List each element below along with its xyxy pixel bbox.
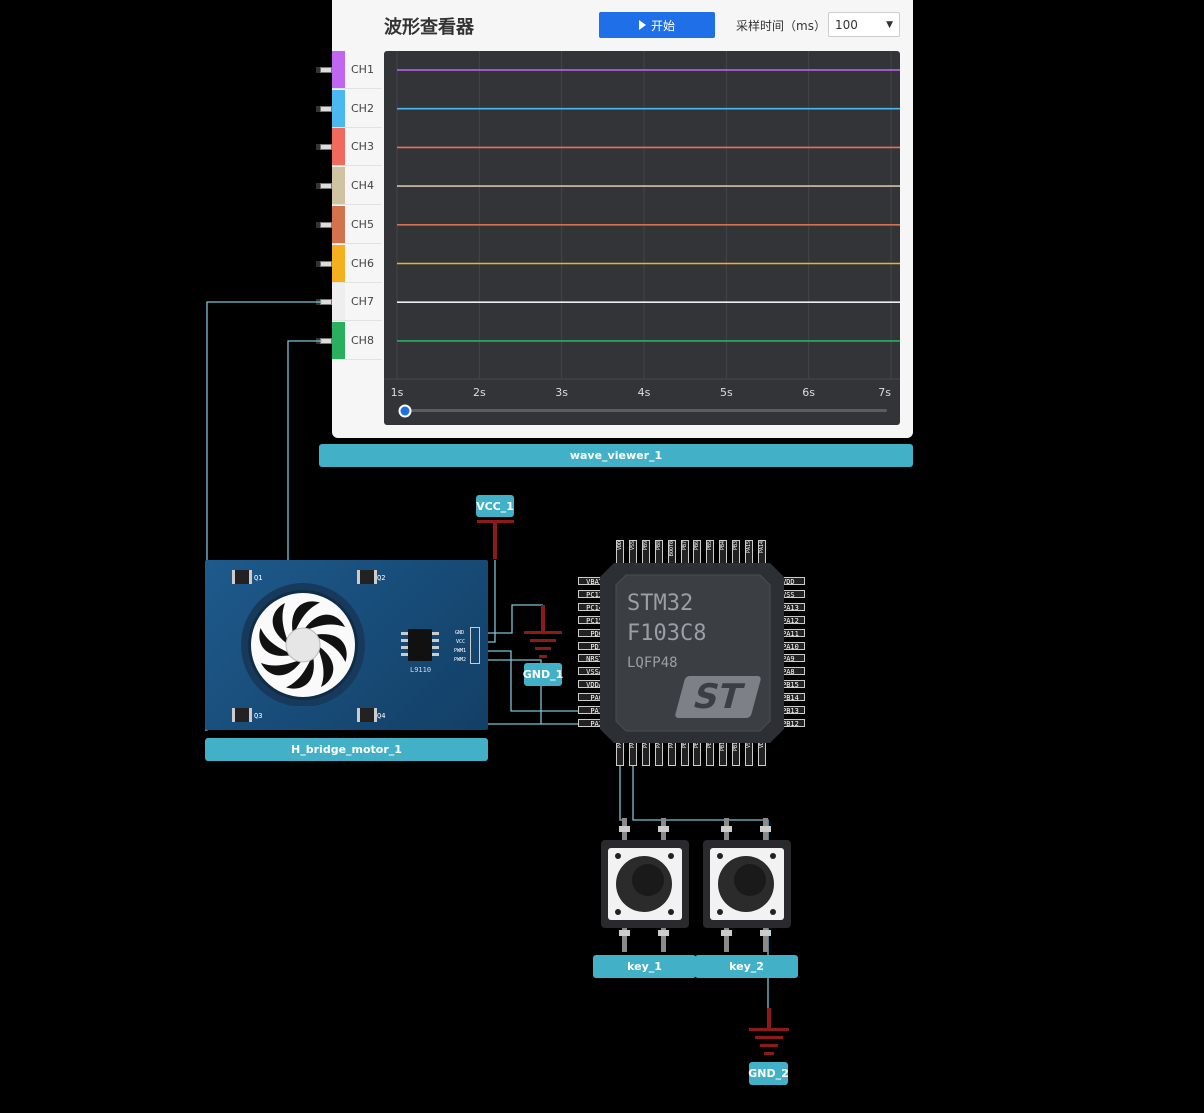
motor-header [470,627,480,664]
mcu-pin-right-label: PB15 [782,681,799,690]
transistor-q4-label: Q4 [377,712,386,720]
motor-name-label: H_bridge_motor_1 [205,738,488,761]
mcu-pin-top-label: PA14 [758,541,765,554]
mcu-pin-right-label: PA12 [782,616,799,625]
vcc-label[interactable]: VCC_1 [476,495,514,517]
transistor-q4 [357,708,377,722]
motor-pin-pwm2[interactable]: PWM2 [454,657,466,663]
mcu-pin-top-label: PA15 [746,541,752,554]
mcu-line2: F103C8 [627,621,707,646]
motor-pin-gnd[interactable]: GND [455,630,464,636]
mcu-pin-right-label: PB13 [782,707,799,715]
transistor-q1-label: Q1 [254,574,263,582]
gnd2-label[interactable]: GND_2 [748,1062,789,1085]
wire-pa3-key1 [619,765,626,821]
st-logo-text: ST [688,677,748,717]
motor-pin-vcc[interactable]: VCC [456,639,465,645]
mcu-pin-top-label: VSS [629,541,636,551]
push-button-key[interactable] [700,818,794,958]
driver-chip-icon [401,629,439,661]
mcu-pin-top-label: VDD [617,541,623,551]
push-button-icon [601,818,689,952]
transistor-q1 [232,570,252,584]
mcu-pin-top-label: PB4 [720,541,727,551]
mcu-pin-right-label: PA11 [782,629,799,638]
mcu-pin-top-label: PB7 [681,541,688,551]
motor-pin-pwm1[interactable]: PWM1 [454,648,466,654]
push-button-icon [703,818,791,952]
fan-icon [241,583,365,706]
mcu-pin-right-label: PB12 [782,719,799,728]
mcu-pin-right-label: PA13 [782,603,799,612]
mcu-pin-top-label: PB8 [655,541,662,551]
mcu-pin-right-label: PB14 [782,694,799,703]
mcu-pin-top-label: PB3 [733,541,740,551]
transistor-q2 [357,570,377,584]
mcu-pin-top-label: BOOT0 [668,541,675,557]
mcu-pin-top-label: PB5 [707,541,714,551]
mcu-pin-right-label: PA10 [782,642,799,651]
vcc-symbol [477,520,514,559]
transistor-q3 [232,708,252,722]
mcu-pin-top-label: PB9 [642,541,649,551]
key-name-label: key_2 [695,955,798,978]
push-button-key[interactable] [598,818,692,958]
st-logo: ST [674,676,762,718]
gnd1-symbol [524,605,562,658]
gnd2-symbol [749,1008,789,1055]
mcu-pin-top-label: PB6 [694,541,701,551]
mcu-line1: STM32 [627,591,694,616]
key-name-label: key_1 [593,955,696,978]
gnd1-label[interactable]: GND_1 [523,663,563,686]
mcu-line3: LQFP48 [627,655,678,671]
driver-chip-label: L9110 [410,666,432,674]
transistor-q2-label: Q2 [377,574,386,582]
transistor-q3-label: Q3 [254,712,263,720]
